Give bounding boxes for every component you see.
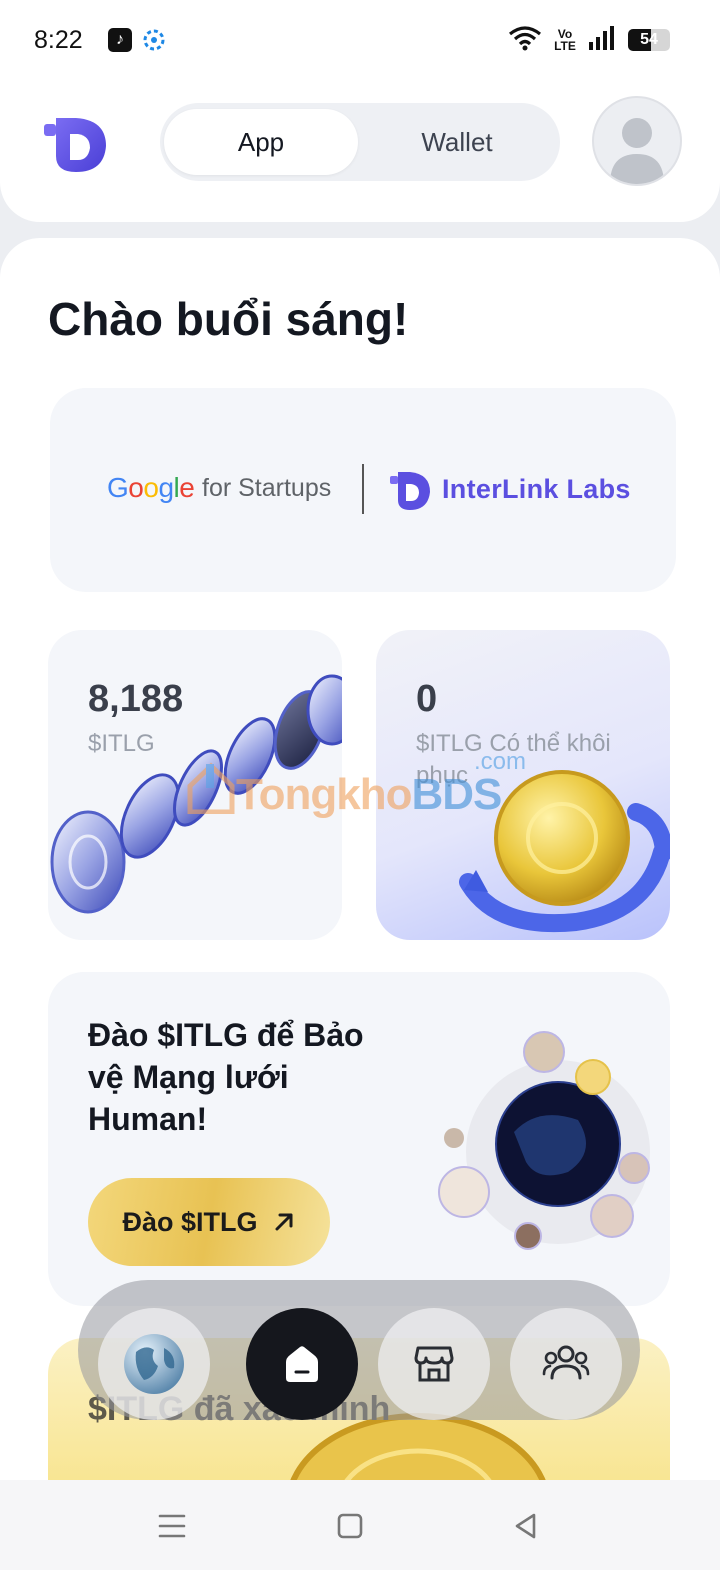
interlink-logo-icon[interactable] <box>42 110 110 176</box>
tiktok-notification-icon: ♪ <box>108 28 132 52</box>
for-startups-label: for Startups <box>202 474 332 502</box>
nav-explore-button[interactable] <box>98 1308 210 1420</box>
balance-card[interactable]: 8,188 $ITLG <box>48 630 342 940</box>
back-button[interactable] <box>502 1502 550 1550</box>
menu-lines-icon <box>158 1514 186 1538</box>
back-triangle-icon <box>515 1513 536 1539</box>
mine-button-label: Đào $ITLG <box>122 1206 258 1237</box>
mine-heading: Đào $ITLG để Bảo vệ Mạng lưới Human! <box>88 1017 364 1137</box>
nav-community-button[interactable] <box>510 1308 622 1420</box>
coins-illustration <box>50 674 342 914</box>
google-letter: e <box>179 472 195 503</box>
square-icon <box>337 1513 363 1539</box>
home-icon <box>286 1346 318 1382</box>
google-wordmark: Google <box>107 472 195 504</box>
system-navigation-bar <box>0 1480 720 1570</box>
interlink-labs-logo-icon <box>390 472 430 510</box>
status-bar: 8:22 ♪ Vo LTE 54 <box>0 0 720 82</box>
globe-icon <box>124 1334 184 1394</box>
home-system-button[interactable] <box>326 1502 374 1550</box>
nav-store-button[interactable] <box>378 1308 490 1420</box>
wifi-icon <box>508 25 542 56</box>
app-wallet-switcher: App Wallet <box>160 103 560 181</box>
mine-button[interactable]: Đào $ITLG <box>88 1178 330 1266</box>
battery-level: 54 <box>640 31 658 48</box>
tab-app[interactable]: App <box>164 109 358 175</box>
recents-button[interactable] <box>148 1502 196 1550</box>
user-silhouette-icon <box>610 118 664 184</box>
status-time: 8:22 <box>34 26 83 54</box>
arrow-up-right-icon <box>275 1213 292 1231</box>
interlink-labs-name: InterLink Labs <box>442 474 631 504</box>
volte-label: Vo LTE <box>554 27 576 53</box>
tab-wallet[interactable]: Wallet <box>360 109 554 175</box>
app-notification-icon <box>142 28 166 52</box>
battery-icon: 54 <box>628 29 670 51</box>
google-letter: g <box>158 472 174 503</box>
nav-home-button[interactable] <box>246 1308 358 1420</box>
google-letter: G <box>107 472 129 503</box>
status-indicators: Vo LTE 54 <box>508 24 670 56</box>
greeting-heading: Chào buổi sáng! <box>48 293 409 345</box>
google-letter: o <box>128 472 144 503</box>
recover-coin-illustration <box>459 770 670 933</box>
google-letter: o <box>143 472 159 503</box>
partner-divider <box>362 464 364 514</box>
recoverable-balance-card[interactable]: 0 $ITLG Có thể khôi phục <box>376 630 670 940</box>
signal-icon <box>588 25 616 56</box>
bottom-navigation <box>78 1280 640 1420</box>
network-globe-illustration <box>438 1031 650 1250</box>
community-icon <box>542 1345 590 1380</box>
store-icon <box>414 1346 454 1382</box>
profile-avatar[interactable] <box>592 96 682 186</box>
